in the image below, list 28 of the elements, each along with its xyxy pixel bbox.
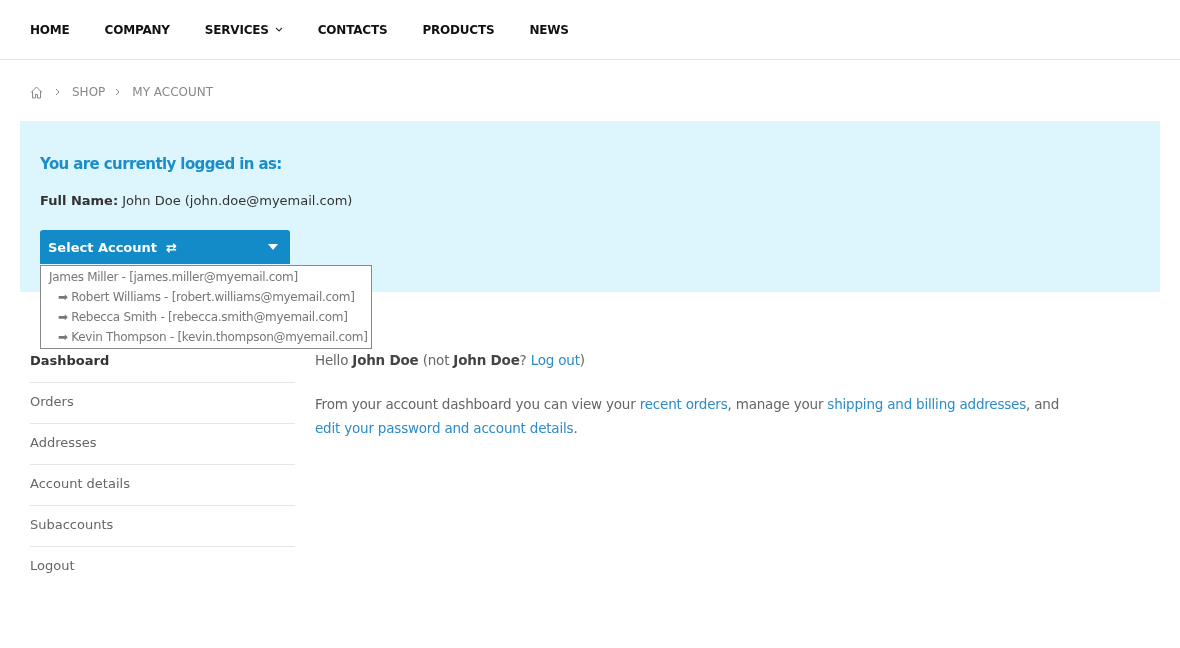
panel-heading: You are currently logged in as: (40, 155, 282, 173)
text-link[interactable]: edit your password and account details (315, 420, 574, 436)
nav-link[interactable]: CONTACTS (317, 22, 388, 37)
chevron-right-icon (115, 88, 121, 96)
text-link[interactable]: recent orders (639, 396, 728, 412)
sidebar-item[interactable]: Subaccounts (30, 506, 295, 547)
nav-link[interactable]: COMPANY (104, 22, 170, 37)
breadcrumb-item: MY ACCOUNT (132, 85, 214, 99)
home-icon[interactable] (30, 85, 43, 99)
nav-link[interactable]: HOME (30, 22, 70, 37)
caret-down-icon (268, 244, 278, 250)
sidebar-item[interactable]: Logout (30, 547, 295, 587)
nav-link[interactable]: SERVICES (204, 22, 283, 37)
breadcrumb-item[interactable]: SHOP (72, 85, 106, 99)
intro-paragraph: From your account dashboard you can view your recent orders, manage your shipping and billing addresses, and edit your password and account details. (315, 395, 1061, 438)
account-option[interactable]: ➡ Robert Williams - [robert.williams@myemail.com] (41, 287, 371, 307)
account-option[interactable]: ➡ Rebecca Smith - [rebecca.smith@myemail.com] (41, 307, 371, 327)
logout-link[interactable]: Log out (530, 352, 580, 368)
sidebar-item[interactable]: Addresses (30, 424, 295, 465)
greeting-text: Hello John Doe (not John Doe? Log out) (315, 351, 586, 370)
select-account-button[interactable]: Select Account ⇄ (40, 230, 290, 264)
account-option[interactable]: James Miller - [james.miller@myemail.com] (41, 267, 371, 287)
nav-link[interactable]: NEWS (529, 22, 569, 37)
sidebar-item[interactable]: Orders (30, 383, 295, 424)
sidebar-item[interactable]: Account details (30, 465, 295, 506)
full-name-text: Full Name: John Doe (john.doe@myemail.com) (40, 193, 353, 208)
chevron-right-icon (55, 88, 60, 96)
nav-link[interactable]: PRODUCTS (422, 22, 495, 37)
